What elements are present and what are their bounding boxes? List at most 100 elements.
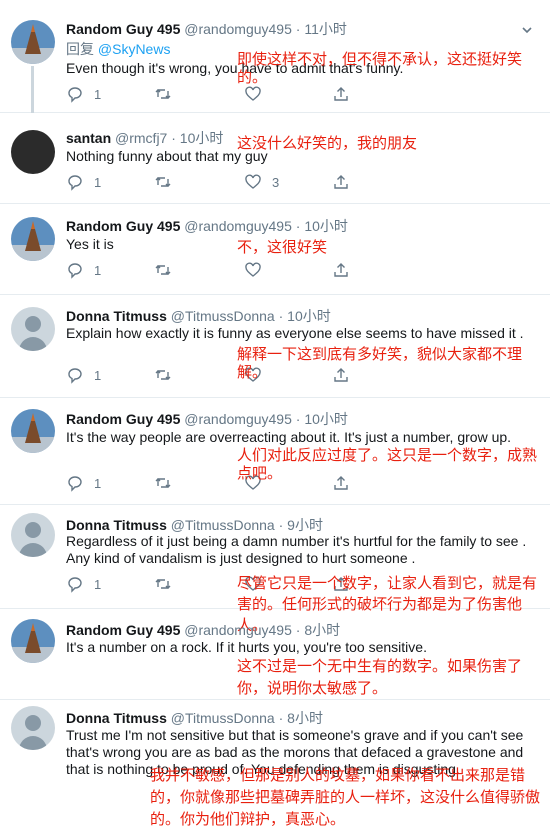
reply-button[interactable]: 1 [66,172,101,192]
tweet[interactable]: Random Guy 495 @randomguy495 · 11小时 回复 @… [0,0,550,113]
tweet[interactable]: Donna Titmuss @TitmussDonna · 8小时 Trust … [0,700,550,831]
tweet-header: Random Guy 495 @randomguy495 · 10小时 [66,216,348,236]
separator-dot: · [278,308,284,324]
reply-button[interactable]: 1 [66,260,101,280]
reply-count: 1 [94,86,102,102]
tweet[interactable]: Random Guy 495 @randomguy495 · 10小时 It's… [0,398,550,505]
retweet-icon [155,265,171,275]
like-button[interactable]: 3 [244,172,279,192]
reply-count: 1 [94,174,102,190]
reply-button[interactable]: 1 [66,473,101,493]
user-handle[interactable]: @TitmussDonna [171,517,275,533]
display-name[interactable]: Random Guy 495 [66,411,180,427]
retweet-button[interactable] [154,473,182,493]
avatar[interactable] [11,409,55,453]
reply-button[interactable]: 1 [66,574,101,594]
translation-overlay: 即使这样不对，但不得不承认，这还挺好笑的。 [237,50,523,86]
translation-overlay: 人们对此反应过度了。这只是一个数字，成熟点吧。 [237,446,538,482]
user-handle[interactable]: @rmcfj7 [115,130,167,146]
heart-icon [245,262,261,277]
avatar[interactable] [11,307,55,351]
timestamp[interactable]: 9小时 [287,517,323,533]
user-handle[interactable]: @randomguy495 [184,21,292,37]
tweet-header: santan @rmcfj7 · 10小时 [66,128,223,148]
translation-overlay: 这不过是一个无中生有的数字。如果伤害了你，说明你太敏感了。 [237,657,523,697]
tweet-text: It's a number on a rock. If it hurts you… [66,639,427,655]
timestamp[interactable]: 8小时 [287,710,323,726]
display-name[interactable]: Donna Titmuss [66,517,167,533]
tweet-header: Donna Titmuss @TitmussDonna · 8小时 [66,708,323,728]
like-button[interactable] [244,260,272,280]
retweet-button[interactable] [154,574,182,594]
user-handle[interactable]: @TitmussDonna [171,308,275,324]
user-handle[interactable]: @randomguy495 [184,218,292,234]
tweet[interactable]: Donna Titmuss @TitmussDonna · 10小时 Expla… [0,295,550,398]
user-handle[interactable]: @randomguy495 [184,622,292,638]
chevron-down-icon[interactable] [520,23,534,37]
retweet-icon [155,478,171,488]
reply-count: 1 [94,262,102,278]
reply-button[interactable]: 1 [66,365,101,385]
share-icon [334,175,348,189]
display-name[interactable]: Random Guy 495 [66,622,180,638]
retweet-button[interactable] [154,172,182,192]
avatar[interactable] [11,20,55,64]
reply-count: 1 [94,367,102,383]
reply-count: 1 [94,475,102,491]
reply-icon [68,87,82,103]
tweet-actions: 1 [66,260,366,280]
timestamp[interactable]: 10小时 [304,218,348,234]
separator-dot: · [295,622,301,638]
separator-dot: · [295,218,301,234]
avatar[interactable] [11,619,55,663]
reply-button[interactable]: 1 [66,84,101,104]
display-name[interactable]: Donna Titmuss [66,710,167,726]
timestamp[interactable]: 8小时 [304,622,340,638]
avatar[interactable] [11,706,55,750]
heart-icon [245,174,261,189]
translation-overlay: 不，这很好笑 [237,238,328,256]
tweet-text: It's the way people are overreacting abo… [66,429,512,445]
share-icon [334,87,348,101]
separator-dot: · [171,130,176,146]
tweet[interactable]: Random Guy 495 @randomguy495 · 8小时 It's … [0,609,550,700]
thread-line [31,66,34,113]
timestamp[interactable]: 10小时 [304,411,348,427]
share-button[interactable] [332,84,350,104]
reply-count: 1 [94,576,102,592]
like-button[interactable] [244,84,272,104]
user-handle[interactable]: @TitmussDonna [171,710,275,726]
share-button[interactable] [332,172,350,192]
retweet-button[interactable] [154,260,182,280]
tweet-header: Random Guy 495 @randomguy495 · 11小时 [66,19,347,39]
timestamp[interactable]: 10小时 [180,130,224,146]
retweet-icon [155,370,171,380]
retweet-button[interactable] [154,84,182,104]
translation-overlay: 这没什么好笑的，我的朋友 [237,134,418,152]
reply-prefix: 回复 [66,41,94,57]
avatar[interactable] [11,513,55,557]
display-name[interactable]: Random Guy 495 [66,218,180,234]
avatar[interactable] [11,217,55,261]
user-handle[interactable]: @randomguy495 [184,411,292,427]
avatar[interactable] [11,130,55,174]
tweet[interactable]: Donna Titmuss @TitmussDonna · 9小时 Regard… [0,505,550,634]
tweet-text: Explain how exactly it is funny as every… [66,325,524,341]
reply-icon [68,577,82,593]
tweet-header: Random Guy 495 @randomguy495 · 8小时 [66,620,340,640]
tweet[interactable]: Random Guy 495 @randomguy495 · 10小时 Yes … [0,204,550,295]
tweet[interactable]: santan @rmcfj7 · 10小时 Nothing funny abou… [0,113,550,204]
reply-icon [68,476,82,492]
replying-to: 回复 @SkyNews [66,39,170,59]
display-name[interactable]: Donna Titmuss [66,308,167,324]
display-name[interactable]: santan [66,130,111,146]
translation-overlay: 我并不敏感，但那是别人的坟墓，如果你看不出来那是错的，你就像那些把墓碑弄脏的人一… [150,766,541,828]
tweet-header: Donna Titmuss @TitmussDonna · 9小时 [66,515,323,535]
reply-to-link[interactable]: @SkyNews [98,41,171,57]
tweet-header: Random Guy 495 @randomguy495 · 10小时 [66,409,348,429]
timestamp[interactable]: 11小时 [304,21,347,37]
timestamp[interactable]: 10小时 [287,308,331,324]
share-button[interactable] [332,260,350,280]
display-name[interactable]: Random Guy 495 [66,21,180,37]
retweet-button[interactable] [154,365,182,385]
